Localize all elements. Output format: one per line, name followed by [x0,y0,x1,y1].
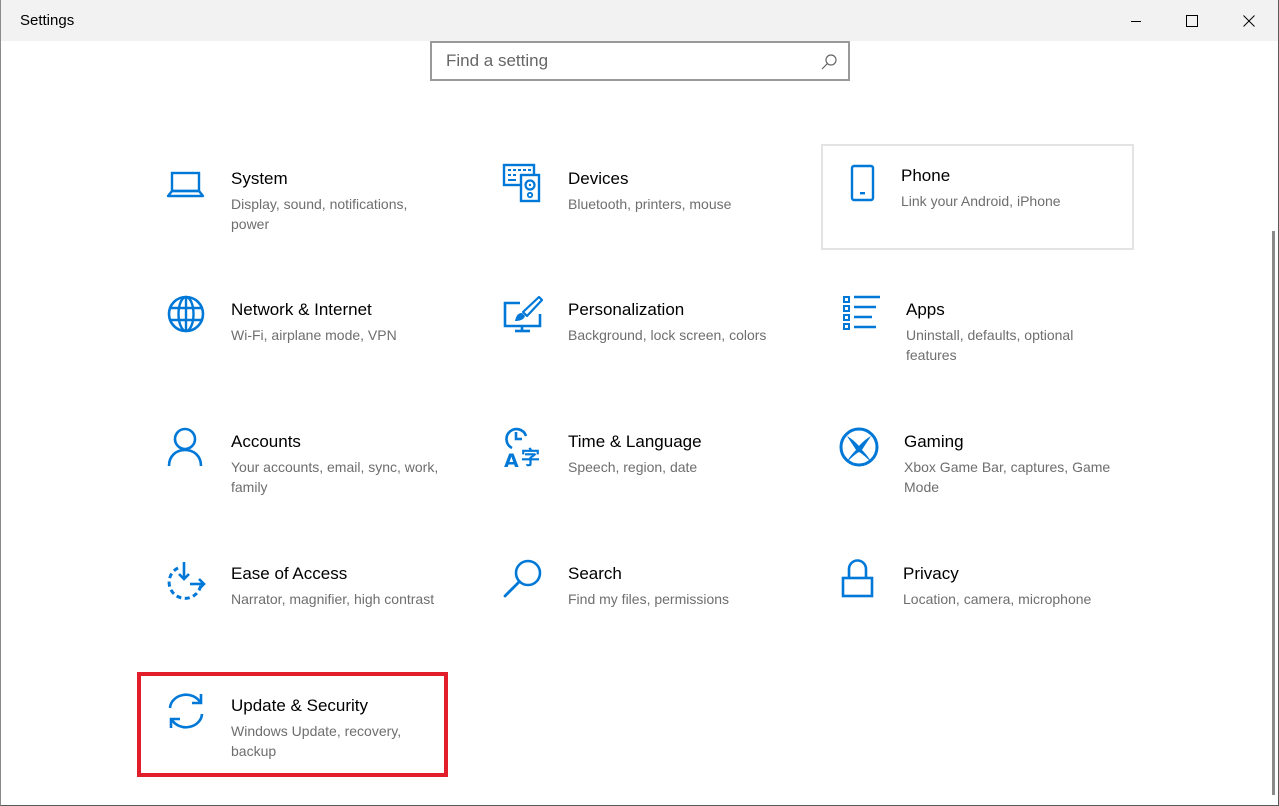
tile-accounts[interactable]: Accounts Your accounts, email, sync, wor… [141,410,453,516]
minimize-button[interactable] [1108,0,1164,41]
vertical-scrollbar[interactable] [1272,231,1275,795]
tile-label: Time & Language [568,432,702,451]
tile-description: Windows Update, recovery, backup [231,723,402,759]
laptop-icon [165,163,207,205]
tile-time-language[interactable]: A 字 Time & Language Speech, region, date [478,410,790,516]
find-a-setting-search-box[interactable] [430,41,850,81]
keyboard-speaker-icon [502,163,544,205]
close-button[interactable] [1221,0,1277,41]
tile-description: Uninstall, defaults, optional features [906,327,1074,363]
ease-of-access-icon [165,558,207,600]
tile-devices[interactable]: Devices Bluetooth, printers, mouse [478,147,790,253]
tile-apps[interactable]: Apps Uninstall, defaults, optional featu… [816,278,1128,384]
lock-icon [837,558,879,600]
title-bar[interactable]: Settings [1,0,1278,41]
tile-description: Location, camera, microphone [903,591,1092,607]
window-title: Settings [20,12,75,29]
settings-window: Settings Find a setting System Display, … [0,0,1279,806]
tile-system[interactable]: System Display, sound, notifications, po… [141,147,453,253]
tile-label: Personalization [568,300,685,319]
tile-update-security[interactable]: Update & Security Windows Update, recove… [141,674,453,780]
clock-language-icon: A 字 [502,426,544,468]
close-icon [1243,14,1255,27]
tile-description: Bluetooth, printers, mouse [568,196,732,212]
tile-personalization[interactable]: Personalization Background, lock screen,… [478,278,790,384]
tile-description: Wi-Fi, airplane mode, VPN [231,327,397,343]
tile-label: Phone [901,166,951,185]
tile-description: Find my files, permissions [568,591,730,607]
minimize-icon [1131,20,1141,22]
sync-arrows-icon [165,690,207,732]
tile-label: Gaming [904,432,964,451]
tile-network-internet[interactable]: Network & Internet Wi-Fi, airplane mode,… [141,278,453,384]
magnifier-icon [502,558,544,600]
search-input[interactable] [432,43,848,79]
paintbrush-monitor-icon [502,294,544,336]
tile-description: Background, lock screen, colors [568,327,767,343]
tile-privacy[interactable]: Privacy Location, camera, microphone [813,542,1125,648]
tile-label: Apps [906,300,945,319]
svg-text:A: A [504,450,519,468]
tile-label: Update & Security [231,696,369,715]
xbox-icon [838,426,880,468]
tile-description: Xbox Game Bar, captures, Game Mode [904,459,1111,495]
tile-description: Link your Android, iPhone [901,193,1061,209]
svg-text:字: 字 [521,446,540,468]
tile-label: Search [568,564,622,583]
tile-label: Privacy [903,564,959,583]
person-icon [165,426,207,468]
tile-label: Accounts [231,432,301,451]
search-icon[interactable] [820,53,838,71]
tile-description: Display, sound, notifications, power [231,196,408,232]
tile-description: Your accounts, email, sync, work, family [231,459,439,495]
globe-icon [165,294,207,336]
maximize-button[interactable] [1164,0,1220,41]
tile-phone[interactable]: Phone Link your Android, iPhone [821,144,1134,250]
tile-label: Devices [568,169,629,188]
tile-description: Speech, region, date [568,459,698,475]
maximize-icon [1186,14,1198,27]
tile-label: System [231,169,288,188]
tile-ease-of-access[interactable]: Ease of Access Narrator, magnifier, high… [141,542,453,648]
tile-label: Network & Internet [231,300,372,319]
tile-label: Ease of Access [231,564,348,583]
list-icon [840,294,882,336]
tile-description: Narrator, magnifier, high contrast [231,591,435,607]
tile-gaming[interactable]: Gaming Xbox Game Bar, captures, Game Mod… [814,410,1126,516]
phone-icon [845,160,887,202]
tile-search[interactable]: Search Find my files, permissions [478,542,790,648]
